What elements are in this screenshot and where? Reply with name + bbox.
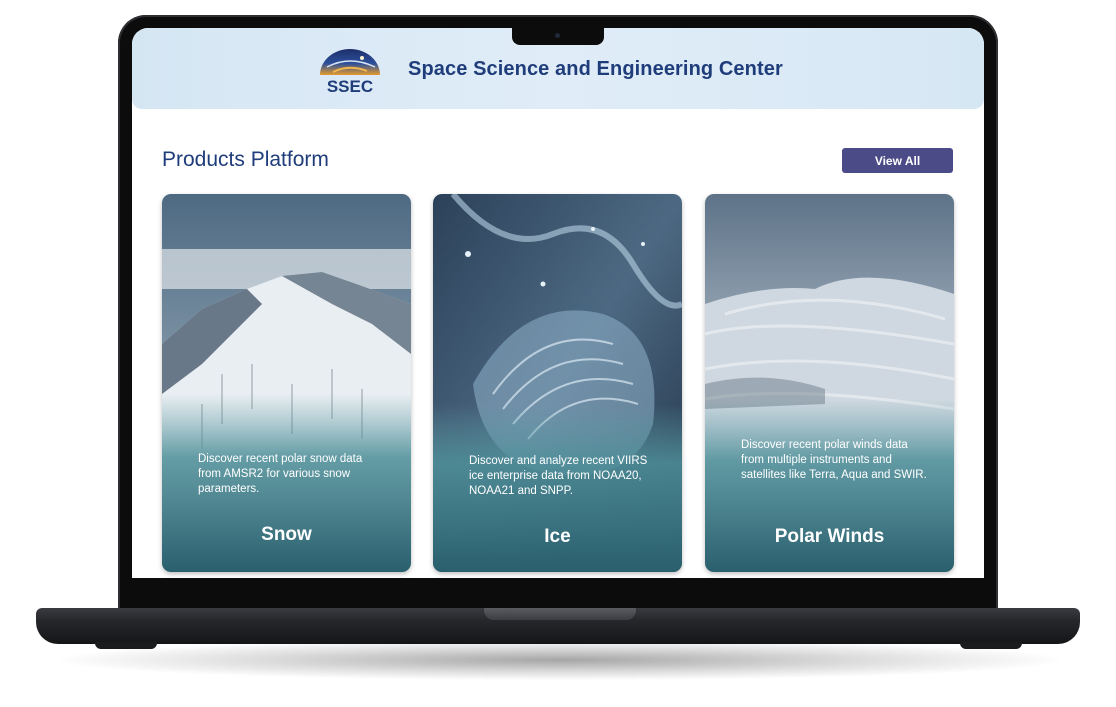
snow-mountain-image: [162, 194, 411, 572]
camera-notch: [512, 28, 604, 45]
laptop-shadow: [60, 640, 1060, 680]
laptop-hinge: [484, 608, 636, 620]
product-card-ice[interactable]: Discover and analyze recent VIIRS ice en…: [433, 194, 682, 572]
ice-image: [433, 194, 682, 572]
logo-text: SSEC: [327, 77, 373, 95]
card-description: Discover and analyze recent VIIRS ice en…: [469, 455, 648, 497]
laptop-foot-right: [960, 642, 1022, 649]
laptop-foot-left: [95, 642, 157, 649]
card-title: Polar Winds: [774, 526, 885, 547]
product-card-polar-winds[interactable]: Discover recent polar winds data from mu…: [705, 194, 954, 572]
product-card-snow[interactable]: Discover recent polar snow data from AMS…: [162, 194, 411, 572]
browser-screen: SSEC Space Science and Engineering Cente…: [132, 28, 984, 578]
card-title: Snow: [261, 524, 312, 545]
section-title: Products Platform: [162, 148, 329, 171]
card-description: Discover recent polar winds data from mu…: [741, 439, 927, 481]
camera-icon: [555, 33, 560, 38]
site-title[interactable]: Space Science and Engineering Center: [408, 58, 783, 81]
view-all-button[interactable]: View All: [842, 148, 953, 173]
card-description: Discover recent polar snow data from AMS…: [198, 453, 363, 495]
ssec-logo[interactable]: SSEC: [315, 45, 385, 95]
polar-winds-image: [705, 194, 954, 572]
card-title: Ice: [544, 526, 571, 547]
